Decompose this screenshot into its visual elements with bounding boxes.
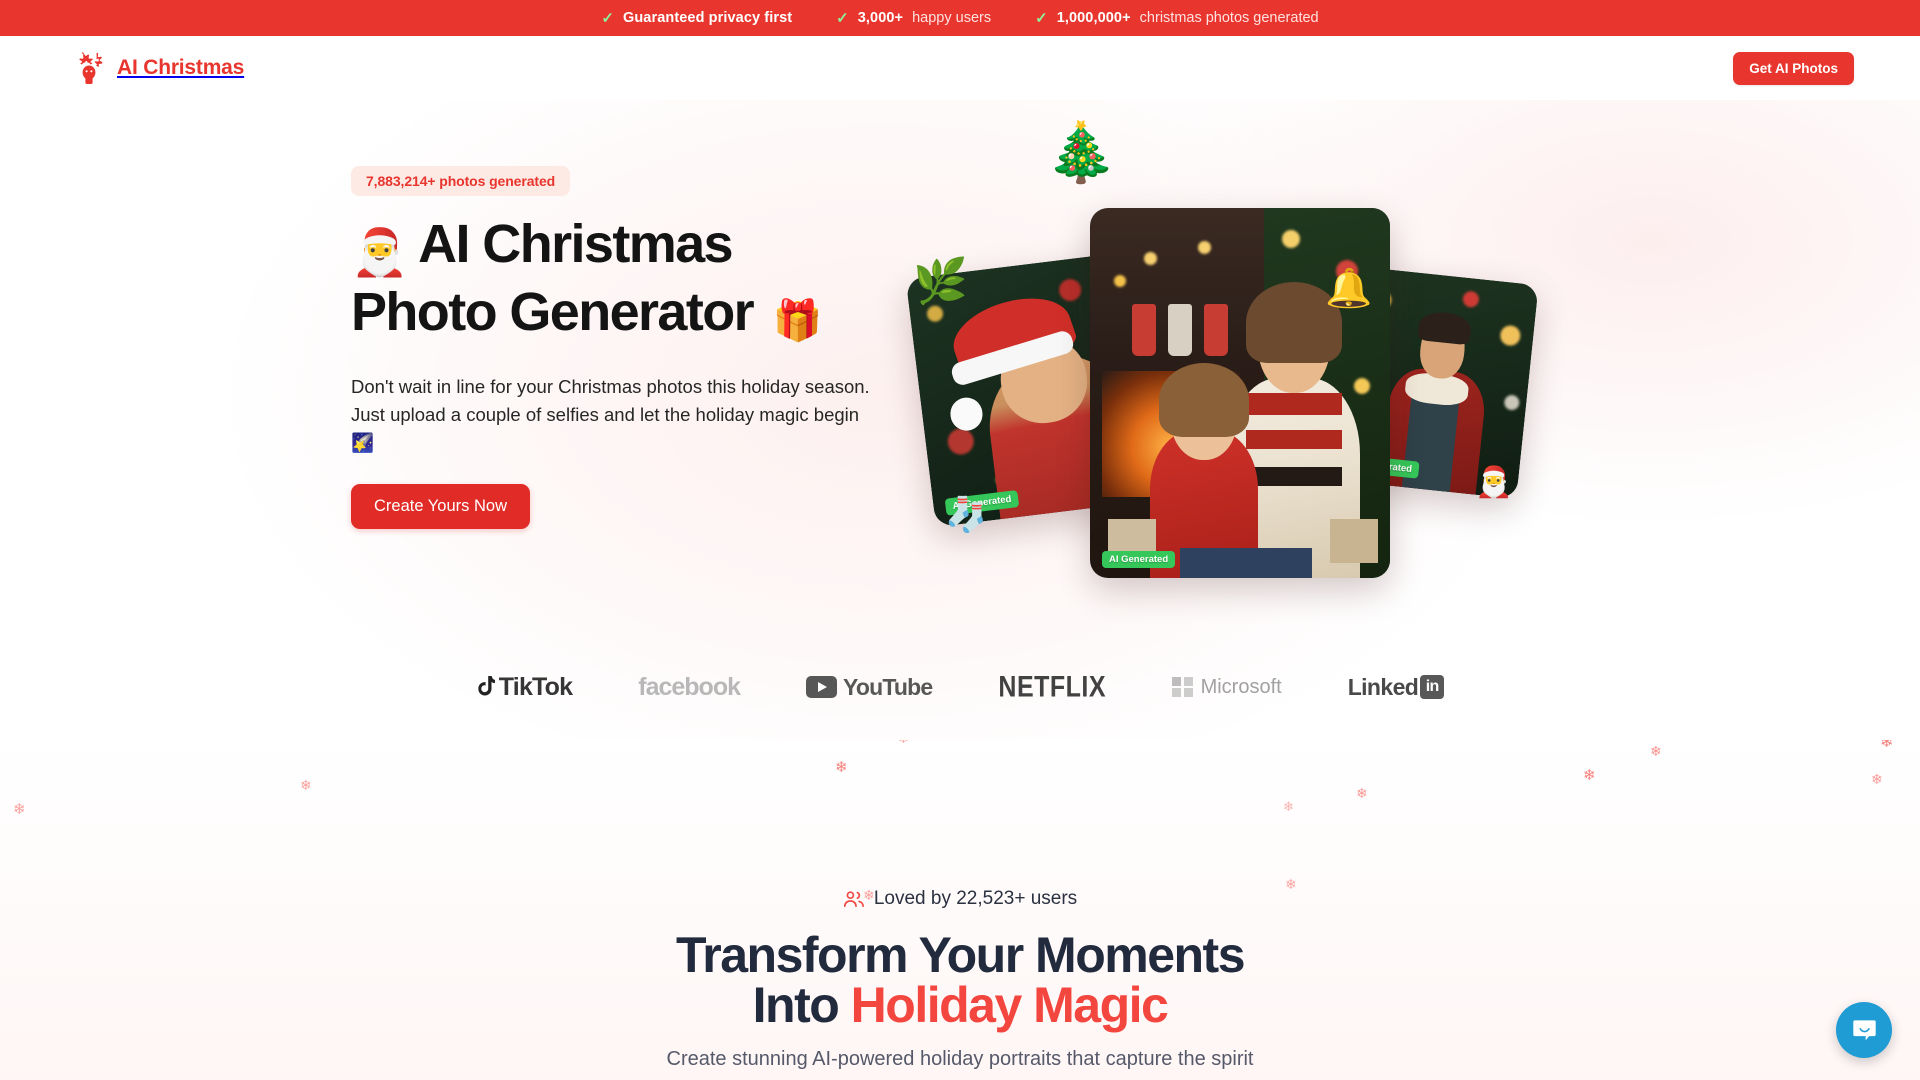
tiktok-note-icon (478, 676, 495, 696)
holly-emoji: 🌿 (913, 257, 968, 306)
socks-emoji: 🧦 (945, 496, 988, 534)
snowflake-decoration: ❄ (858, 740, 870, 741)
snowflake-decoration: ❄ (13, 801, 26, 818)
hero-subtitle: Don't wait in line for your Christmas ph… (351, 376, 870, 453)
brand-logo-link[interactable]: AI Christmas (74, 52, 244, 84)
loved-by-row: Loved by 22,523+ users (0, 888, 1920, 910)
microsoft-squares-icon (1172, 676, 1193, 698)
get-ai-photos-button[interactable]: Get AI Photos (1733, 51, 1854, 85)
logo-tiktok: TikTok (476, 672, 573, 702)
snowflake-decoration: ❄ (1356, 785, 1368, 801)
transform-section: ❄ ❄ ❄ ❄ ❄ ❄ ❄ ❄ ❄ ❄ ❄ ❄ ❄ ❄ ❄ ❄ ❄ ❄ ❄ ❄ … (0, 740, 1920, 1080)
logo-microsoft: Microsoft (1172, 676, 1282, 699)
announcement-item-users: ✓ 3,000+ happy users (836, 10, 991, 26)
hero-copy-column: 7,883,214+ photos generated 🎅 AI Christm… (351, 166, 911, 529)
check-icon: ✓ (836, 9, 849, 27)
ai-generated-badge: AI Generated (1102, 551, 1176, 568)
reindeer-icon (79, 52, 103, 84)
announcement-soft-text: happy users (912, 10, 992, 26)
logo-youtube: YouTube (806, 673, 933, 701)
logo-netflix: NETFLIX (998, 670, 1106, 704)
announcement-soft-text: christmas photos generated (1139, 10, 1319, 26)
hero-photo-collage: AI Generated AI Generated 🎄 🌿 🧦 🔔 🎅 (905, 120, 1539, 578)
section-body-line1: Create stunning AI-powered holiday portr… (666, 1048, 1254, 1070)
hero-title-line1: AI Christmas (418, 214, 734, 274)
snowflake-decoration: ❄ (1880, 740, 1894, 751)
logo-facebook: facebook (638, 672, 741, 702)
gift-emoji: 🎁 (772, 299, 822, 343)
hero-title: 🎅 AI Christmas Photo Generator 🎁 (351, 214, 911, 351)
loved-by-text: Loved by 22,523+ users (873, 888, 1078, 909)
snowflake-decoration: ❄ (1650, 743, 1662, 759)
announcement-item-photos: ✓ 1,000,000+ christmas photos generated (1035, 10, 1319, 26)
hero-title-line2: Photo Generator (351, 282, 755, 342)
check-icon: ✓ (601, 9, 614, 27)
create-yours-now-button[interactable]: Create Yours Now (351, 484, 530, 529)
site-header: AI Christmas Get AI Photos (0, 36, 1920, 100)
snowflake-decoration: ❄ (1871, 771, 1883, 787)
hero-section: 7,883,214+ photos generated 🎅 AI Christm… (0, 100, 1920, 740)
logo-youtube-label: YouTube (843, 673, 933, 700)
snowflake-decoration: ❄ (835, 759, 848, 776)
brand-name: AI Christmas (117, 56, 245, 79)
photo-card-mother-daughter[interactable]: AI Generated (1090, 208, 1390, 578)
section-title-line1: Transform Your Moments (675, 927, 1246, 983)
snowflake-decoration: ❄ (300, 777, 312, 793)
linkedin-in-icon: in (1420, 675, 1445, 699)
snowflake-decoration: ❄ (898, 740, 909, 745)
section-title: Transform Your Moments Into Holiday Magi… (0, 930, 1920, 1030)
announcement-strong-text: 1,000,000+ (1056, 10, 1131, 26)
photos-generated-badge: 7,883,214+ photos generated (351, 166, 571, 196)
logo-linkedin: Linked in (1348, 674, 1445, 701)
users-icon (843, 891, 864, 908)
brand-logo-strip: TikTok facebook YouTube NETFLIX Microsof… (0, 660, 1920, 714)
logo-linkedin-label: Linked (1347, 673, 1419, 700)
section-body: Create stunning AI-powered holiday portr… (0, 1043, 1920, 1080)
check-icon: ✓ (1035, 9, 1048, 27)
santa-emoji: 🎅 (351, 226, 408, 278)
photo-scene (1090, 208, 1390, 578)
section-title-line2-prefix: Into (752, 977, 851, 1033)
logo-facebook-label: facebook (638, 672, 741, 701)
snowflake-decoration: ❄ (1283, 799, 1294, 814)
announcement-item-privacy: ✓ Guaranteed privacy first (601, 10, 792, 26)
announcement-strong-text: 3,000+ (857, 10, 904, 26)
santa-hat-emoji: 🎅 (1475, 466, 1513, 499)
snowflake-decoration: ❄ (1583, 767, 1596, 784)
announcement-bar: ✓ Guaranteed privacy first ✓ 3,000+ happ… (0, 0, 1920, 36)
announcement-strong-text: Guaranteed privacy first (622, 10, 793, 26)
chat-bubble-icon (1852, 1019, 1876, 1040)
youtube-play-icon (806, 676, 838, 698)
wreath-emoji: 🎄 (1045, 120, 1118, 185)
bell-emoji: 🔔 (1325, 268, 1373, 310)
logo-tiktok-label: TikTok (498, 672, 573, 701)
section-title-accent: Holiday Magic (850, 977, 1169, 1033)
logo-microsoft-label: Microsoft (1200, 675, 1282, 698)
chat-launcher-button[interactable] (1836, 1002, 1892, 1058)
logo-netflix-label: NETFLIX (998, 669, 1107, 703)
